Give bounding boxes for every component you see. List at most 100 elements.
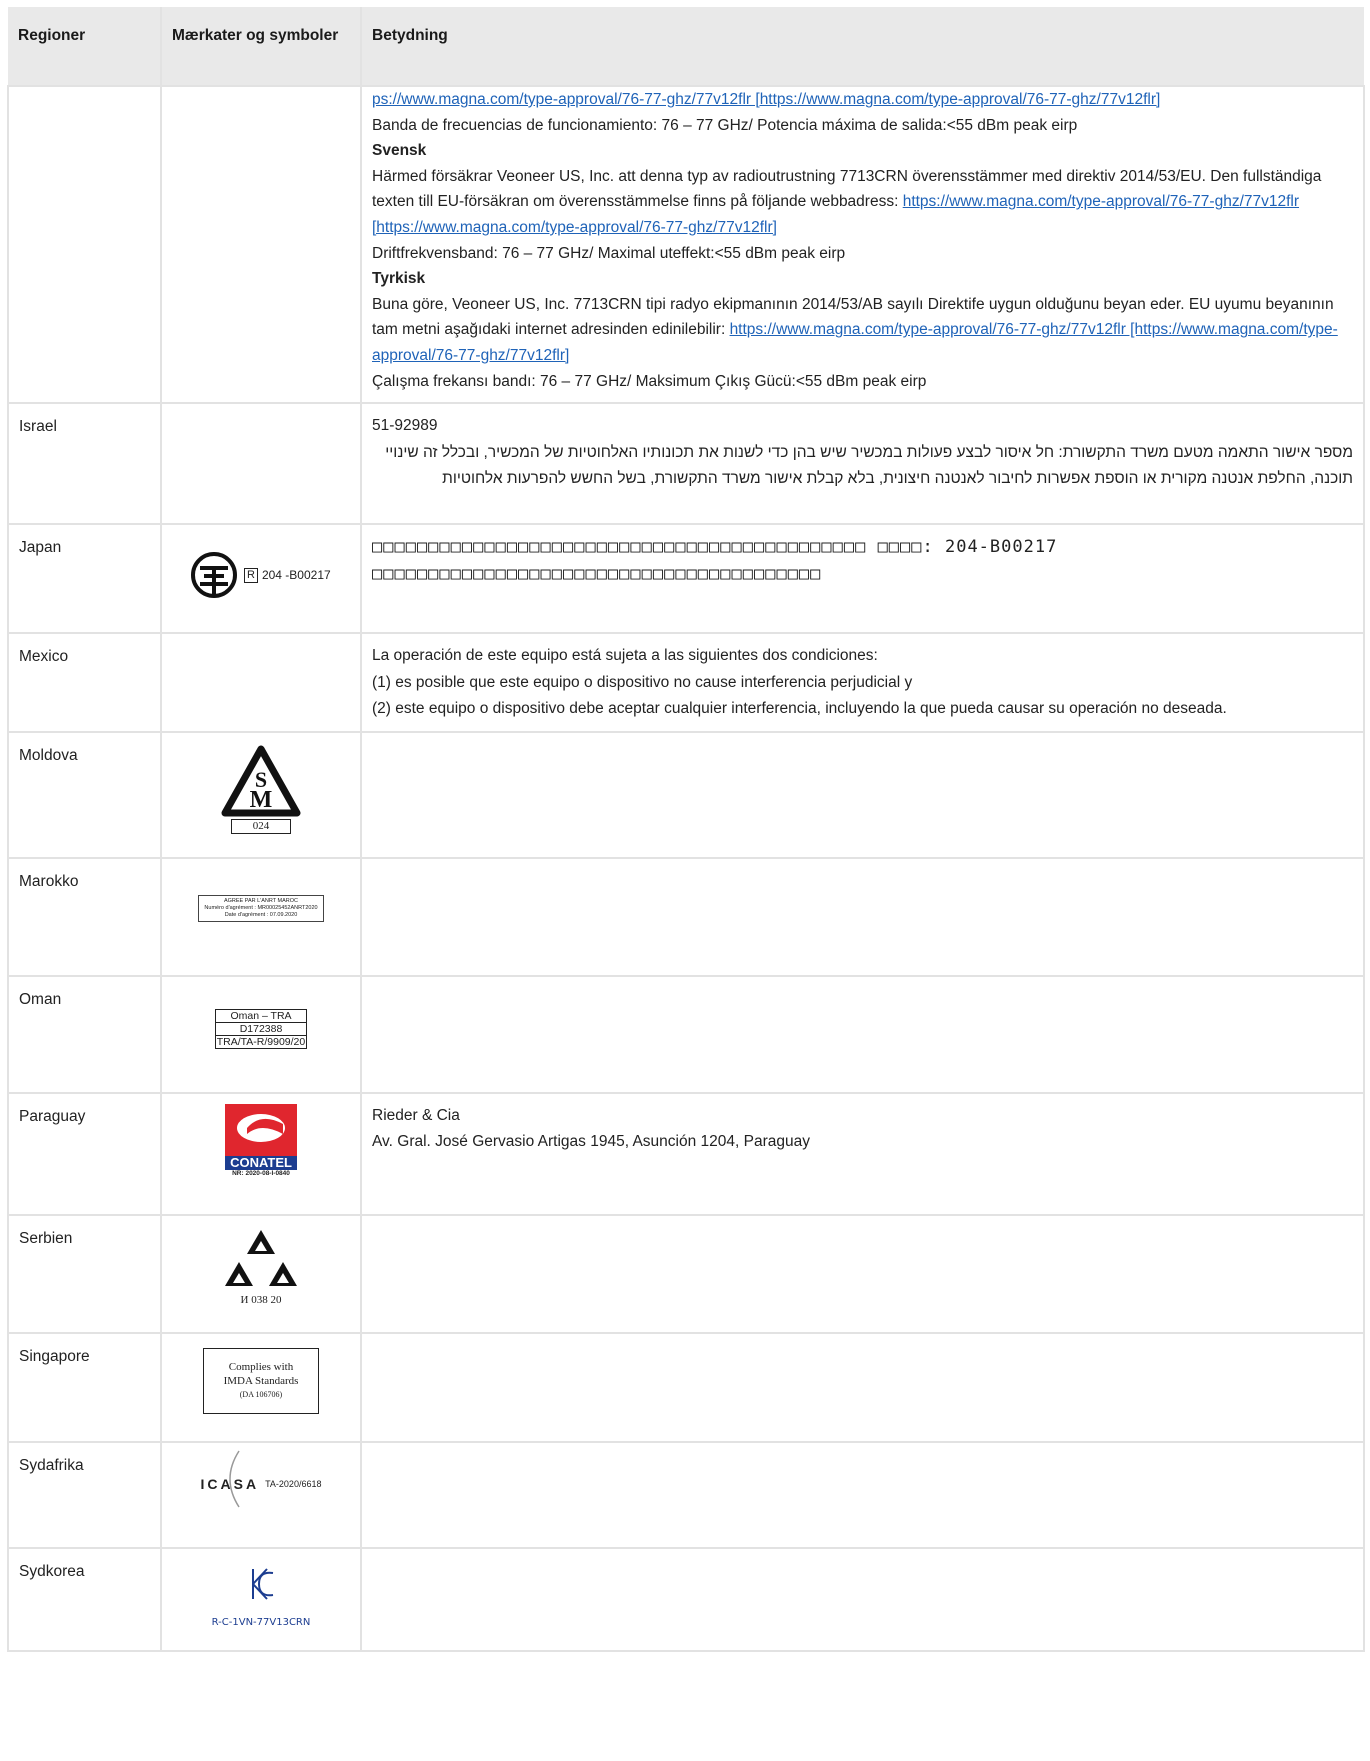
japan-giteki-mark: R 204 -B00217	[190, 551, 350, 599]
region-cell: Moldova	[7, 730, 162, 859]
region-cell: Sydafrika	[7, 1440, 162, 1549]
icasa-logo-icon: ICASA	[201, 1450, 260, 1508]
meaning-cell	[360, 730, 1365, 859]
symbol-cell: Oman – TRA D172388 TRA/TA-R/9909/20	[160, 974, 362, 1094]
israel-approval-number: 51-92989	[372, 417, 438, 435]
symbol-cell: Complies with IMDA Standards (DA 106706)	[160, 1331, 362, 1443]
south-africa-icasa-mark: ICASA TA-2020/6618	[172, 1450, 350, 1508]
table-row: Serbien И 038 20	[7, 1213, 1365, 1334]
region-cell: Sydkorea	[7, 1546, 162, 1652]
table-row: Sydkorea R-C-1VN-77V13CRN	[7, 1546, 1365, 1652]
meaning-cell	[360, 1331, 1365, 1443]
oman-tra-mark: Oman – TRA D172388 TRA/TA-R/9909/20	[172, 987, 350, 1049]
spanish-band-text: Banda de frecuencias de funcionamiento: …	[372, 116, 1078, 134]
paraguay-rep-name: Rieder & Cia	[372, 1106, 460, 1124]
symbol-cell: R-C-1VN-77V13CRN	[160, 1546, 362, 1652]
regulatory-table: Regioner Mærkater og symboler Betydning …	[7, 7, 1365, 1652]
meaning-cell	[360, 856, 1365, 977]
doc-link[interactable]: ps://www.magna.com/type-approval/76-77-g…	[372, 87, 1353, 113]
serbia-mark: И 038 20	[172, 1226, 350, 1306]
morocco-anrt-mark: AGREE PAR L'ANRT MAROC Numéro d'agrément…	[172, 869, 350, 922]
japan-text-line: □□□□□□□□□□□□□□□□□□□□□□□□□□□□□□□□□□□□□□□□…	[372, 537, 1058, 558]
anrt-line: Numéro d'agrément : MR00025452ANRT2020	[204, 904, 318, 911]
symbol-cell	[160, 632, 362, 733]
table-row: Singapore Complies with IMDA Standards (…	[7, 1331, 1365, 1443]
table-row: Israel 51-92989 מספר אישור התאמה מטעם מש…	[7, 402, 1365, 526]
table-row: Marokko AGREE PAR L'ANRT MAROC Numéro d'…	[7, 856, 1365, 977]
meaning-cell: 51-92989 מספר אישור התאמה מטעם משרד התקש…	[360, 402, 1365, 526]
table-header-row: Regioner Mærkater og symboler Betydning	[8, 7, 1364, 86]
tra-line: D172388	[216, 1021, 306, 1035]
svensk-heading: Svensk	[372, 142, 427, 160]
header-labels-symbols: Mærkater og symboler	[160, 7, 361, 86]
table-row: ps://www.magna.com/type-approval/76-77-g…	[7, 84, 1365, 405]
table-row: Paraguay CONATEL NR: 2020-08-I-0840 Ried…	[7, 1091, 1365, 1216]
conatel-number: NR: 2020-08-I-0840	[232, 1169, 290, 1177]
meaning-cell	[360, 974, 1365, 1094]
meaning-cell: La operación de este equipo está sujeta …	[360, 632, 1365, 733]
region-cell: Japan	[7, 523, 162, 635]
symbol-cell	[160, 402, 362, 526]
icasa-mark-number: TA-2020/6618	[265, 1479, 322, 1490]
region-cell: Oman	[7, 974, 162, 1094]
header-regions: Regioner	[8, 7, 161, 86]
region-cell	[7, 84, 162, 405]
symbol-cell	[160, 84, 362, 405]
symbol-cell: CONATEL NR: 2020-08-I-0840	[160, 1091, 362, 1216]
region-cell: Paraguay	[7, 1091, 162, 1216]
paraguay-conatel-mark: CONATEL NR: 2020-08-I-0840	[172, 1103, 350, 1178]
serbia-mark-number: И 038 20	[240, 1293, 282, 1306]
kc-logo-icon	[252, 1567, 274, 1600]
tyrkisk-paragraph: Buna göre, Veoneer US, Inc. 7713CRN tipi…	[372, 292, 1353, 369]
svensk-band-text: Driftfrekvensband: 76 – 77 GHz/ Maximal …	[372, 244, 846, 262]
mexico-line: (1) es posible que este equipo o disposi…	[372, 673, 913, 691]
region-cell: Singapore	[7, 1331, 162, 1443]
table-row: Sydafrika ICASA TA-2020/6618	[7, 1440, 1365, 1549]
symbol-cell: S M 024	[160, 730, 362, 859]
tra-line: Oman – TRA	[230, 1009, 292, 1022]
triple-triangle-icon	[225, 1229, 297, 1286]
table-row: Moldova S M 024	[7, 730, 1365, 859]
meaning-cell	[360, 1440, 1365, 1549]
tra-line: TRA/TA-R/9909/20	[216, 1034, 306, 1048]
imda-line: Complies with	[228, 1360, 294, 1373]
japan-mark-number: 204 -B00217	[261, 567, 331, 582]
conatel-logo: CONATEL NR: 2020-08-I-0840	[225, 1103, 297, 1178]
icasa-label: ICASA TA-2020/6618	[201, 1450, 322, 1508]
giteki-icon	[191, 552, 237, 599]
israel-hebrew-text: מספר אישור התאמה מטעם משרד התקשורת: חל א…	[385, 443, 1353, 488]
region-cell: Mexico	[7, 632, 162, 733]
imda-label: Complies with IMDA Standards (DA 106706)	[203, 1347, 319, 1414]
conatel-emblem-icon	[225, 1103, 297, 1156]
table-row: Oman Oman – TRA D172388 TRA/TA-R/9909/20	[7, 974, 1365, 1094]
compliance-table-page: Regioner Mærkater og symboler Betydning …	[0, 0, 1370, 1761]
imda-line: (DA 106706)	[239, 1389, 283, 1399]
svg-text:M: M	[250, 787, 273, 813]
conatel-name: CONATEL	[225, 1155, 297, 1170]
korea-kc-mark: R-C-1VN-77V13CRN	[172, 1567, 350, 1637]
imda-line: IMDA Standards	[223, 1374, 299, 1387]
singapore-imda-mark: Complies with IMDA Standards (DA 106706)	[172, 1344, 350, 1414]
r-mark: R	[244, 567, 258, 583]
symbol-cell: AGREE PAR L'ANRT MAROC Numéro d'agrément…	[160, 856, 362, 977]
anrt-label: AGREE PAR L'ANRT MAROC Numéro d'agrément…	[198, 894, 324, 922]
anrt-line: AGREE PAR L'ANRT MAROC	[223, 897, 299, 904]
svensk-paragraph: Härmed försäkrar Veoneer US, Inc. att de…	[372, 164, 1353, 241]
moldova-sm-mark: S M 024	[172, 745, 350, 834]
kc-mark-number: R-C-1VN-77V13CRN	[211, 1617, 311, 1629]
tyrkisk-band-text: Çalışma frekansı bandı: 76 – 77 GHz/ Mak…	[372, 372, 927, 390]
paraguay-rep-address: Av. Gral. José Gervasio Artigas 1945, As…	[372, 1133, 810, 1151]
meaning-cell: Rieder & Cia Av. Gral. José Gervasio Art…	[360, 1091, 1365, 1216]
tra-label: Oman – TRA D172388 TRA/TA-R/9909/20	[215, 1008, 307, 1049]
region-cell: Israel	[7, 402, 162, 526]
mexico-line: (2) este equipo o dispositivo debe acept…	[372, 700, 1227, 718]
moldova-mark-number: 024	[231, 818, 291, 834]
table-row: Japan R 204 -B00217 □□□□□□□□□□□□□□□□□□□□…	[7, 523, 1365, 635]
sm-triangle-icon: S M	[221, 745, 301, 817]
tyrkisk-heading: Tyrkisk	[372, 270, 426, 288]
header-meaning: Betydning	[360, 7, 1364, 86]
japan-text-line: □□□□□□□□□□□□□□□□□□□□□□□□□□□□□□□□□□□□□□□□	[372, 563, 822, 584]
mexico-line: La operación de este equipo está sujeta …	[372, 647, 878, 665]
meaning-cell	[360, 1546, 1365, 1652]
symbol-cell: R 204 -B00217	[160, 523, 362, 635]
